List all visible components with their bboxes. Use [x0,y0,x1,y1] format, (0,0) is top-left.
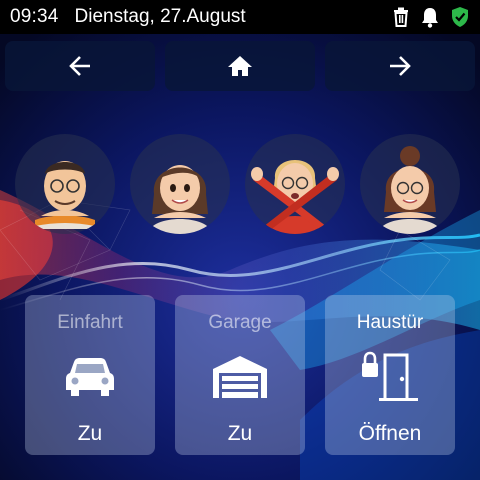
avatar-woman-crossed-arms[interactable] [245,134,345,234]
tile-state: Zu [77,422,103,445]
tile-state: Zu [227,422,253,445]
status-bar: 09:34 Dienstag, 27.August [0,0,480,34]
shield-check-icon[interactable] [450,6,470,28]
car-icon [58,347,122,407]
home-icon [228,56,252,76]
avatar-woman-bun[interactable] [360,134,460,234]
door-controls: Einfahrt Zu Garage Zu Haustür Öffnen [25,295,455,455]
garage-tile[interactable]: Garage Zu [175,295,305,455]
status-icons [392,6,470,28]
tile-title: Einfahrt [57,312,123,333]
home-button[interactable] [165,41,315,91]
arrow-right-icon [390,56,411,76]
avatar-woman-brown-hair[interactable] [130,134,230,234]
tile-title: Garage [208,312,272,333]
people-row [15,134,465,234]
navigation-bar [5,41,475,91]
avatar-man-glasses[interactable] [15,134,115,234]
date-label: Dienstag, 27.August [74,6,246,27]
garage-icon [208,347,272,407]
arrow-left-icon [69,56,90,76]
trash-icon[interactable] [392,7,410,27]
door-lock-icon [358,347,422,407]
forward-button[interactable] [325,41,475,91]
back-button[interactable] [5,41,155,91]
bell-icon[interactable] [420,6,440,28]
clock: 09:34 [10,6,59,27]
front-door-tile[interactable]: Haustür Öffnen [325,295,455,455]
tile-state: Öffnen [358,422,422,445]
tile-title: Haustür [356,312,424,333]
driveway-tile[interactable]: Einfahrt Zu [25,295,155,455]
